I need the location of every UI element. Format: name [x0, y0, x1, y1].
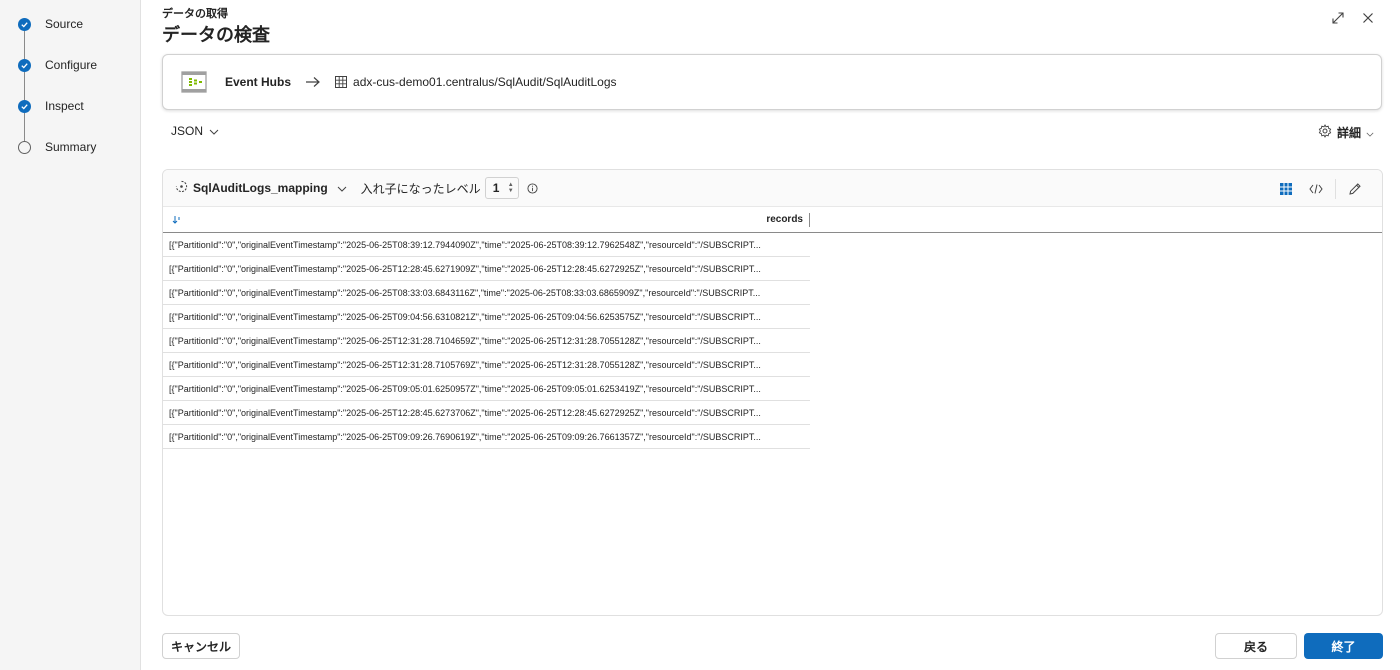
expand-icon[interactable]	[1330, 10, 1346, 26]
step-label: Configure	[45, 58, 98, 72]
source-name: Event Hubs	[225, 75, 292, 89]
check-icon	[18, 58, 31, 72]
table-row[interactable]: [{"PartitionId":"0","originalEventTimest…	[163, 233, 810, 257]
table-row[interactable]: [{"PartitionId":"0","originalEventTimest…	[163, 353, 810, 377]
table-row[interactable]: [{"PartitionId":"0","originalEventTimest…	[163, 401, 810, 425]
finish-button[interactable]: 終了	[1304, 633, 1383, 659]
chevron-down-icon	[337, 181, 347, 195]
destination-path: adx-cus-demo01.centralus/SqlAudit/SqlAud…	[353, 75, 617, 89]
format-value: JSON	[171, 124, 204, 138]
grid-view-icon[interactable]	[1271, 177, 1301, 201]
format-dropdown[interactable]: JSON	[171, 124, 219, 138]
column-header-row: records	[163, 207, 1382, 233]
info-icon[interactable]	[527, 182, 538, 194]
chevron-down-icon	[1366, 126, 1374, 140]
table-row[interactable]: [{"PartitionId":"0","originalEventTimest…	[163, 329, 810, 353]
step-source[interactable]: Source	[18, 17, 83, 31]
arrow-right-icon	[305, 76, 321, 88]
table-row[interactable]: [{"PartitionId":"0","originalEventTimest…	[163, 281, 810, 305]
code-view-icon[interactable]	[1301, 177, 1331, 201]
details-label: 詳細	[1336, 126, 1361, 140]
data-preview-panel: SqlAuditLogs_mapping 入れ子になったレベル 1 ▲ ▼ re…	[162, 169, 1383, 616]
check-icon	[18, 99, 31, 113]
step-summary[interactable]: Summary	[18, 140, 96, 154]
event-hubs-icon	[181, 71, 207, 93]
step-label: Inspect	[45, 99, 84, 113]
mapping-icon	[175, 180, 188, 196]
data-rows: [{"PartitionId":"0","originalEventTimest…	[163, 233, 1382, 449]
back-button[interactable]: 戻る	[1215, 633, 1297, 659]
table-row[interactable]: [{"PartitionId":"0","originalEventTimest…	[163, 425, 810, 449]
column-header-records[interactable]: records	[163, 214, 809, 225]
breadcrumb: データの取得	[162, 8, 228, 20]
gear-icon	[1318, 124, 1332, 141]
cancel-button[interactable]: キャンセル	[162, 633, 240, 659]
step-configure[interactable]: Configure	[18, 58, 97, 72]
steps-sidebar: Source Configure Inspect Summary	[0, 0, 141, 670]
table-row[interactable]: [{"PartitionId":"0","originalEventTimest…	[163, 377, 810, 401]
step-label: Source	[45, 17, 84, 31]
toolbar-divider	[1335, 178, 1336, 199]
steps-connector-line	[24, 24, 25, 147]
mapping-dropdown[interactable]: SqlAuditLogs_mapping	[175, 180, 347, 196]
empty-circle-icon	[18, 140, 31, 154]
stepper-arrows-icon[interactable]: ▲ ▼	[508, 182, 514, 194]
main-panel: データの取得 データの検査 Event Hubs adx-cus-demo01.…	[141, 0, 1400, 670]
table-row[interactable]: [{"PartitionId":"0","originalEventTimest…	[163, 257, 810, 281]
window-controls	[1330, 10, 1376, 26]
grid-toolbar: SqlAuditLogs_mapping 入れ子になったレベル 1 ▲ ▼	[163, 170, 1382, 207]
close-icon[interactable]	[1360, 10, 1376, 26]
details-dropdown[interactable]: 詳細	[1318, 124, 1374, 141]
view-toolbar	[1271, 170, 1370, 207]
step-inspect[interactable]: Inspect	[18, 99, 84, 113]
step-label: Summary	[45, 140, 97, 154]
edit-icon[interactable]	[1340, 177, 1370, 201]
source-destination-card: Event Hubs adx-cus-demo01.centralus/SqlA…	[162, 54, 1382, 110]
table-icon	[335, 76, 348, 88]
column-resize-handle[interactable]	[809, 213, 810, 227]
mapping-name: SqlAuditLogs_mapping	[193, 181, 328, 195]
nested-level-value: 1	[492, 181, 500, 195]
nested-level-stepper[interactable]: 1 ▲ ▼	[484, 177, 519, 199]
table-row[interactable]: [{"PartitionId":"0","originalEventTimest…	[163, 305, 810, 329]
check-icon	[18, 17, 31, 31]
page-title: データの検査	[162, 25, 270, 45]
nested-level-label: 入れ子になったレベル	[360, 181, 481, 196]
chevron-down-icon	[209, 124, 219, 138]
